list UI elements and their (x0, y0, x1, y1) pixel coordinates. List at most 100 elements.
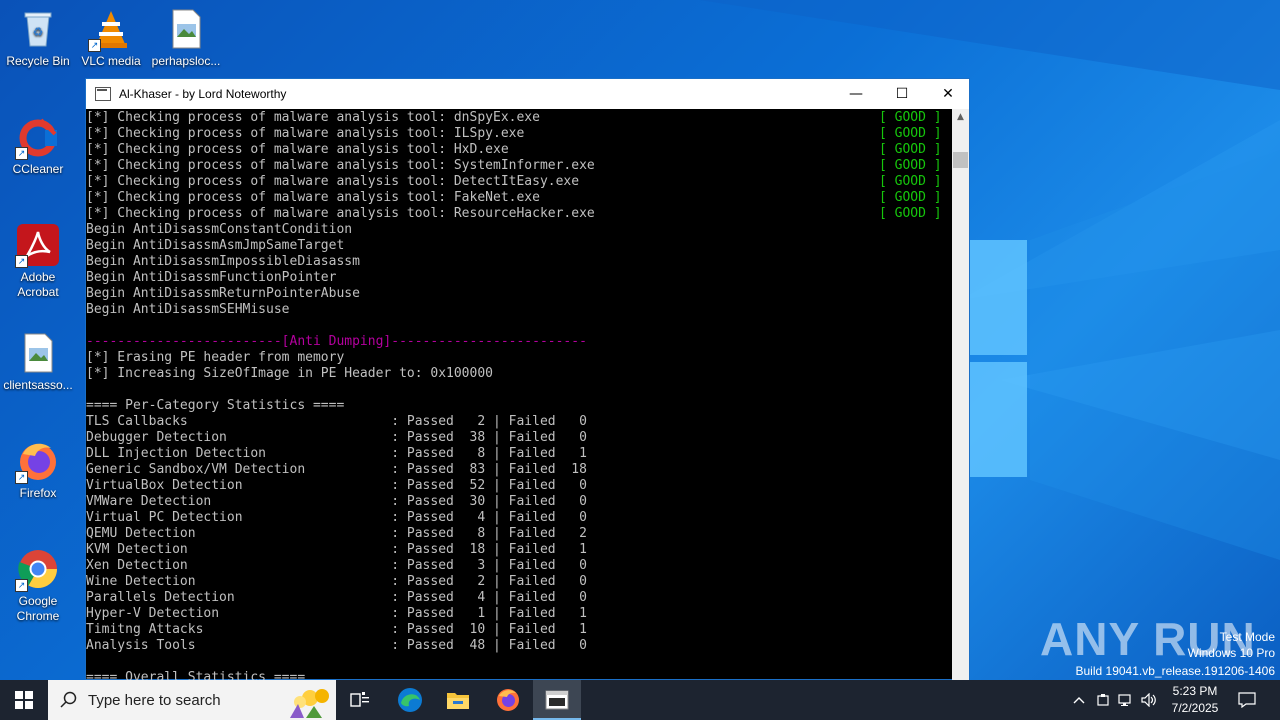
console-line: [*] Checking process of malware analysis… (86, 190, 540, 205)
desktop-icon-label: VLC media (81, 54, 141, 68)
console-line: Begin AntiDisassmSEHMisuse (86, 302, 290, 317)
console-line: [*] Checking process of malware analysis… (86, 158, 595, 173)
window-title: Al-Khaser - by Lord Noteworthy (119, 87, 287, 101)
console-line: [*] Checking process of malware analysis… (86, 142, 509, 157)
scrollbar-thumb[interactable] (953, 152, 968, 168)
shortcut-arrow-icon: ↗ (15, 471, 28, 484)
show-hidden-icons-button[interactable] (1068, 680, 1090, 720)
tray-device-button[interactable] (1092, 680, 1114, 720)
desktop-icon-label: Recycle Bin (6, 54, 70, 68)
image-file-icon (165, 8, 207, 50)
console-line: Begin AntiDisassmImpossibleDiasassm (86, 254, 360, 269)
console-output[interactable]: [*] Checking process of malware analysis… (86, 109, 954, 681)
stats-row: TLS Callbacks : Passed 2 | Failed 0 (86, 414, 587, 429)
stats-row: Wine Detection : Passed 2 | Failed 0 (86, 574, 587, 589)
minimize-button[interactable]: — (833, 79, 879, 109)
status-good: [ GOOD ] (879, 174, 942, 189)
device-icon (1097, 694, 1109, 706)
desktop-icon-chrome[interactable]: ↗ Google Chrome (0, 548, 76, 624)
desktop-icon-acrobat[interactable]: ↗ Adobe Acrobat (0, 224, 76, 300)
stats-row: Xen Detection : Passed 3 | Failed 0 (86, 558, 587, 573)
console-line: Begin AntiDisassmReturnPointerAbuse (86, 286, 360, 301)
search-icon (60, 691, 77, 708)
desktop-icon-label: Google Chrome (16, 594, 60, 623)
recycle-bin-icon: ♻ (17, 8, 59, 50)
stats-row: QEMU Detection : Passed 8 | Failed 2 (86, 526, 587, 541)
shortcut-arrow-icon: ↗ (15, 579, 28, 592)
console-line: Begin AntiDisassmFunctionPointer (86, 270, 337, 285)
taskbar: Type here to search 5:23 PM 7/2/2025 (0, 680, 1280, 720)
vlc-icon: ↗ (88, 8, 132, 52)
console-line: [*] Increasing SizeOfImage in PE Header … (86, 366, 493, 381)
desktop-icon-recycle-bin[interactable]: ♻ Recycle Bin (0, 8, 76, 69)
chrome-icon: ↗ (15, 548, 59, 592)
window-titlebar[interactable]: Al-Khaser - by Lord Noteworthy — ☐ ✕ (86, 79, 969, 109)
chevron-up-icon (1073, 697, 1085, 704)
volume-icon (1141, 693, 1156, 707)
ccleaner-icon: ↗ (15, 116, 59, 160)
status-good: [ GOOD ] (879, 190, 942, 205)
minimize-icon: — (849, 86, 863, 102)
windows-start-icon (15, 691, 33, 709)
desktop-icon-label: perhapsloc... (151, 54, 221, 68)
console-line: [*] Checking process of malware analysis… (86, 110, 540, 125)
desktop-icon-perhapsloc[interactable]: perhapsloc... (148, 8, 224, 69)
image-file-icon (17, 332, 59, 374)
taskbar-edge[interactable] (386, 680, 434, 720)
desktop-icon-label: CCleaner (12, 162, 64, 176)
console-line: [*] Checking process of malware analysis… (86, 206, 595, 221)
desktop-icon-firefox[interactable]: ↗ Firefox (0, 440, 76, 501)
console-line: [*] Checking process of malware analysis… (86, 174, 580, 189)
taskbar-task-view[interactable] (336, 680, 384, 720)
notification-icon (1238, 692, 1256, 708)
stats-row: VMWare Detection : Passed 30 | Failed 0 (86, 494, 587, 509)
stats-row: Virtual PC Detection : Passed 4 | Failed… (86, 510, 587, 525)
build-label: Build 19041.vb_release.191206-1406 (1075, 664, 1276, 678)
desktop-icon-label: Firefox (19, 486, 57, 500)
edge-icon (398, 688, 422, 712)
taskbar-console-app[interactable] (533, 680, 581, 720)
maximize-button[interactable]: ☐ (879, 79, 925, 109)
taskbar-file-explorer[interactable] (434, 680, 482, 720)
clock-time: 5:23 PM (1172, 684, 1218, 698)
shortcut-arrow-icon: ↗ (15, 255, 28, 268)
stats-row: DLL Injection Detection : Passed 8 | Fai… (86, 446, 587, 461)
console-line: Begin AntiDisassmAsmJmpSameTarget (86, 238, 345, 253)
maximize-icon: ☐ (895, 86, 909, 102)
shortcut-arrow-icon: ↗ (88, 39, 101, 52)
desktop-icon-clientsasso[interactable]: clientsasso... (0, 332, 76, 393)
firefox-icon (497, 689, 519, 711)
svg-text:♻: ♻ (33, 25, 44, 39)
stats-row: Debugger Detection : Passed 38 | Failed … (86, 430, 587, 445)
desktop-icon-vlc[interactable]: ↗ VLC media (73, 8, 149, 69)
tray-network-button[interactable] (1115, 680, 1137, 720)
close-button[interactable]: ✕ (925, 79, 971, 109)
console-window[interactable]: Al-Khaser - by Lord Noteworthy — ☐ ✕ [*]… (85, 78, 970, 681)
stats-header: ==== Per-Category Statistics ==== (86, 398, 345, 413)
status-good: [ GOOD ] (879, 126, 942, 141)
stats-row: Timitng Attacks : Passed 10 | Failed 1 (86, 622, 587, 637)
search-placeholder: Type here to search (88, 692, 221, 709)
windows-logo-wallpaper (970, 240, 1030, 480)
section-header: -------------------------[Anti Dumping]-… (86, 334, 587, 349)
console-app-icon (545, 690, 569, 710)
taskbar-firefox[interactable] (484, 680, 532, 720)
stats-row: Parallels Detection : Passed 4 | Failed … (86, 590, 587, 605)
vertical-scrollbar[interactable]: ▲ (952, 109, 969, 681)
console-line: Begin AntiDisassmConstantCondition (86, 222, 353, 237)
stats-row: Generic Sandbox/VM Detection : Passed 83… (86, 462, 587, 477)
windows-edition-label: Windows 10 Pro (1187, 646, 1275, 660)
clock-date: 7/2/2025 (1171, 701, 1219, 715)
action-center-button[interactable] (1232, 680, 1262, 720)
acrobat-icon: ↗ (15, 224, 59, 268)
desktop-icon-ccleaner[interactable]: ↗ CCleaner (0, 116, 76, 177)
status-good: [ GOOD ] (879, 142, 942, 157)
stats-row: Analysis Tools : Passed 48 | Failed 0 (86, 638, 587, 653)
scroll-up-icon[interactable]: ▲ (952, 109, 969, 126)
start-button[interactable] (0, 680, 48, 720)
tray-volume-button[interactable] (1138, 680, 1160, 720)
shortcut-arrow-icon: ↗ (15, 147, 28, 160)
taskbar-search-box[interactable]: Type here to search (48, 680, 336, 720)
taskbar-clock[interactable]: 5:23 PM 7/2/2025 (1160, 683, 1230, 717)
status-good: [ GOOD ] (879, 110, 942, 125)
